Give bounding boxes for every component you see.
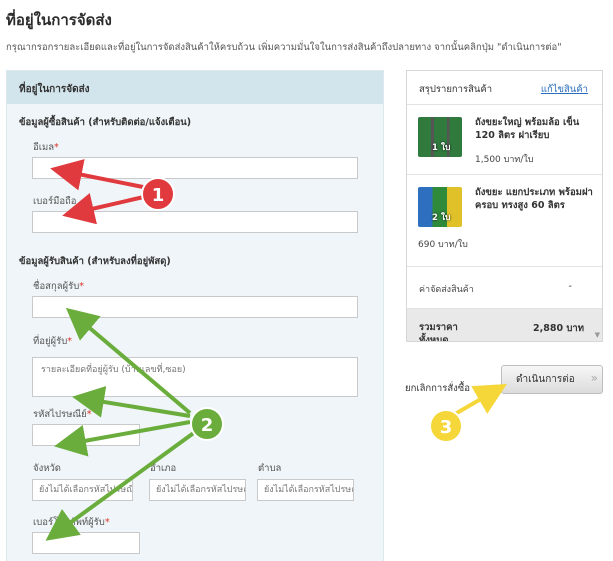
sorting-bin-image: 2 ใบ [418,187,462,227]
shipping-label: ค่าจัดส่งสินค้า [419,285,474,295]
summary-title: สรุปรายการสินค้า [419,84,493,95]
province-select[interactable]: ยังไม่ได้เลือกรหัสไปรษณีย์ [32,479,133,501]
item-name: ถังขยะใหญ่ พร้อมล้อ เข็น 120 ลิตร ฝาเรีย… [475,117,580,141]
total-row: รวมราคาทั้งหมด 2,880 บาท [407,309,602,342]
recipient-name-field[interactable] [32,296,358,318]
proceed-button-label: ดำเนินการต่อ [516,374,575,385]
edit-products-link[interactable]: แก้ไขสินค้า [541,82,588,97]
item-price: 690 บาท/ใบ [418,240,468,250]
double-chevron-right-icon: » [590,371,598,385]
recipient-phone-label: เบอร์โทรศัพท์ผู้รับ* [33,517,110,528]
order-summary-panel: สรุปรายการสินค้า แก้ไขสินค้า 1 ใบ ถังขยะ… [406,70,603,342]
address-textarea[interactable] [32,357,358,397]
shipping-value: - [568,281,572,292]
item-name: ถังขยะ แยกประเภท พร้อมฝาครอบ ทรงสูง 60 ล… [475,187,593,211]
summary-item: 2 ใบ ถังขยะ แยกประเภท พร้อมฝาครอบ ทรงสูง… [407,175,602,267]
summary-header: สรุปรายการสินค้า แก้ไขสินค้า [407,71,602,105]
total-value: 2,880 บาท [533,323,584,334]
address-label: ที่อยู่ผู้รับ* [33,336,72,347]
form-header: ที่อยู่ในการจัดส่ง [7,71,383,104]
page-title: ที่อยู่ในการจัดส่ง [6,11,112,29]
proceed-button[interactable]: ดำเนินการต่อ » [501,365,603,394]
summary-item: 1 ใบ ถังขยะใหญ่ พร้อมล้อ เข็น 120 ลิตร ฝ… [407,105,602,175]
email-field[interactable] [32,157,358,179]
svg-text:3: 3 [440,417,453,438]
postcode-label: รหัสไปรษณีย์* [33,409,92,420]
badge-3: 3 [429,409,463,443]
shipping-form-panel: ที่อยู่ในการจัดส่ง ข้อมูลผู้ซื้อสินค้า (… [6,70,384,561]
green-bin-image: 1 ใบ [418,117,462,157]
district-label: อำเภอ [150,463,177,474]
subdistrict-label: ตำบล [258,463,282,474]
province-label: จังหวัด [33,463,61,474]
phone-label: เบอร์มือถือ [33,196,77,207]
recipient-name-label: ชื่อสกุลผู้รับ* [33,281,84,292]
phone-field[interactable] [32,211,358,233]
buyer-section-title: ข้อมูลผู้ซื้อสินค้า (สำหรับติดต่อ/แจ้งเต… [19,117,192,128]
cancel-order-link[interactable]: ยกเลิกการสั่งซื้อ [405,381,470,396]
scroll-down-arrow-icon[interactable]: ▼ [595,331,600,339]
postcode-field[interactable] [32,424,140,446]
email-label: อีเมล* [33,142,59,153]
total-label: รวมราคาทั้งหมด [419,322,458,342]
recipient-section-title: ข้อมูลผู้รับสินค้า (สำหรับลงที่อยู่พัสดุ… [19,256,171,267]
shipping-row: ค่าจัดส่งสินค้า - [407,267,602,309]
item-price: 1,500 บาท/ใบ [475,155,534,165]
page-description: กรุณากรอกรายละเอียดและที่อยู่ในการจัดส่ง… [6,42,562,53]
recipient-phone-field[interactable] [32,532,140,554]
subdistrict-select[interactable]: ยังไม่ได้เลือกรหัสไปรษณีย์ [257,479,354,501]
district-select[interactable]: ยังไม่ได้เลือกรหัสไปรษณีย์ [149,479,246,501]
